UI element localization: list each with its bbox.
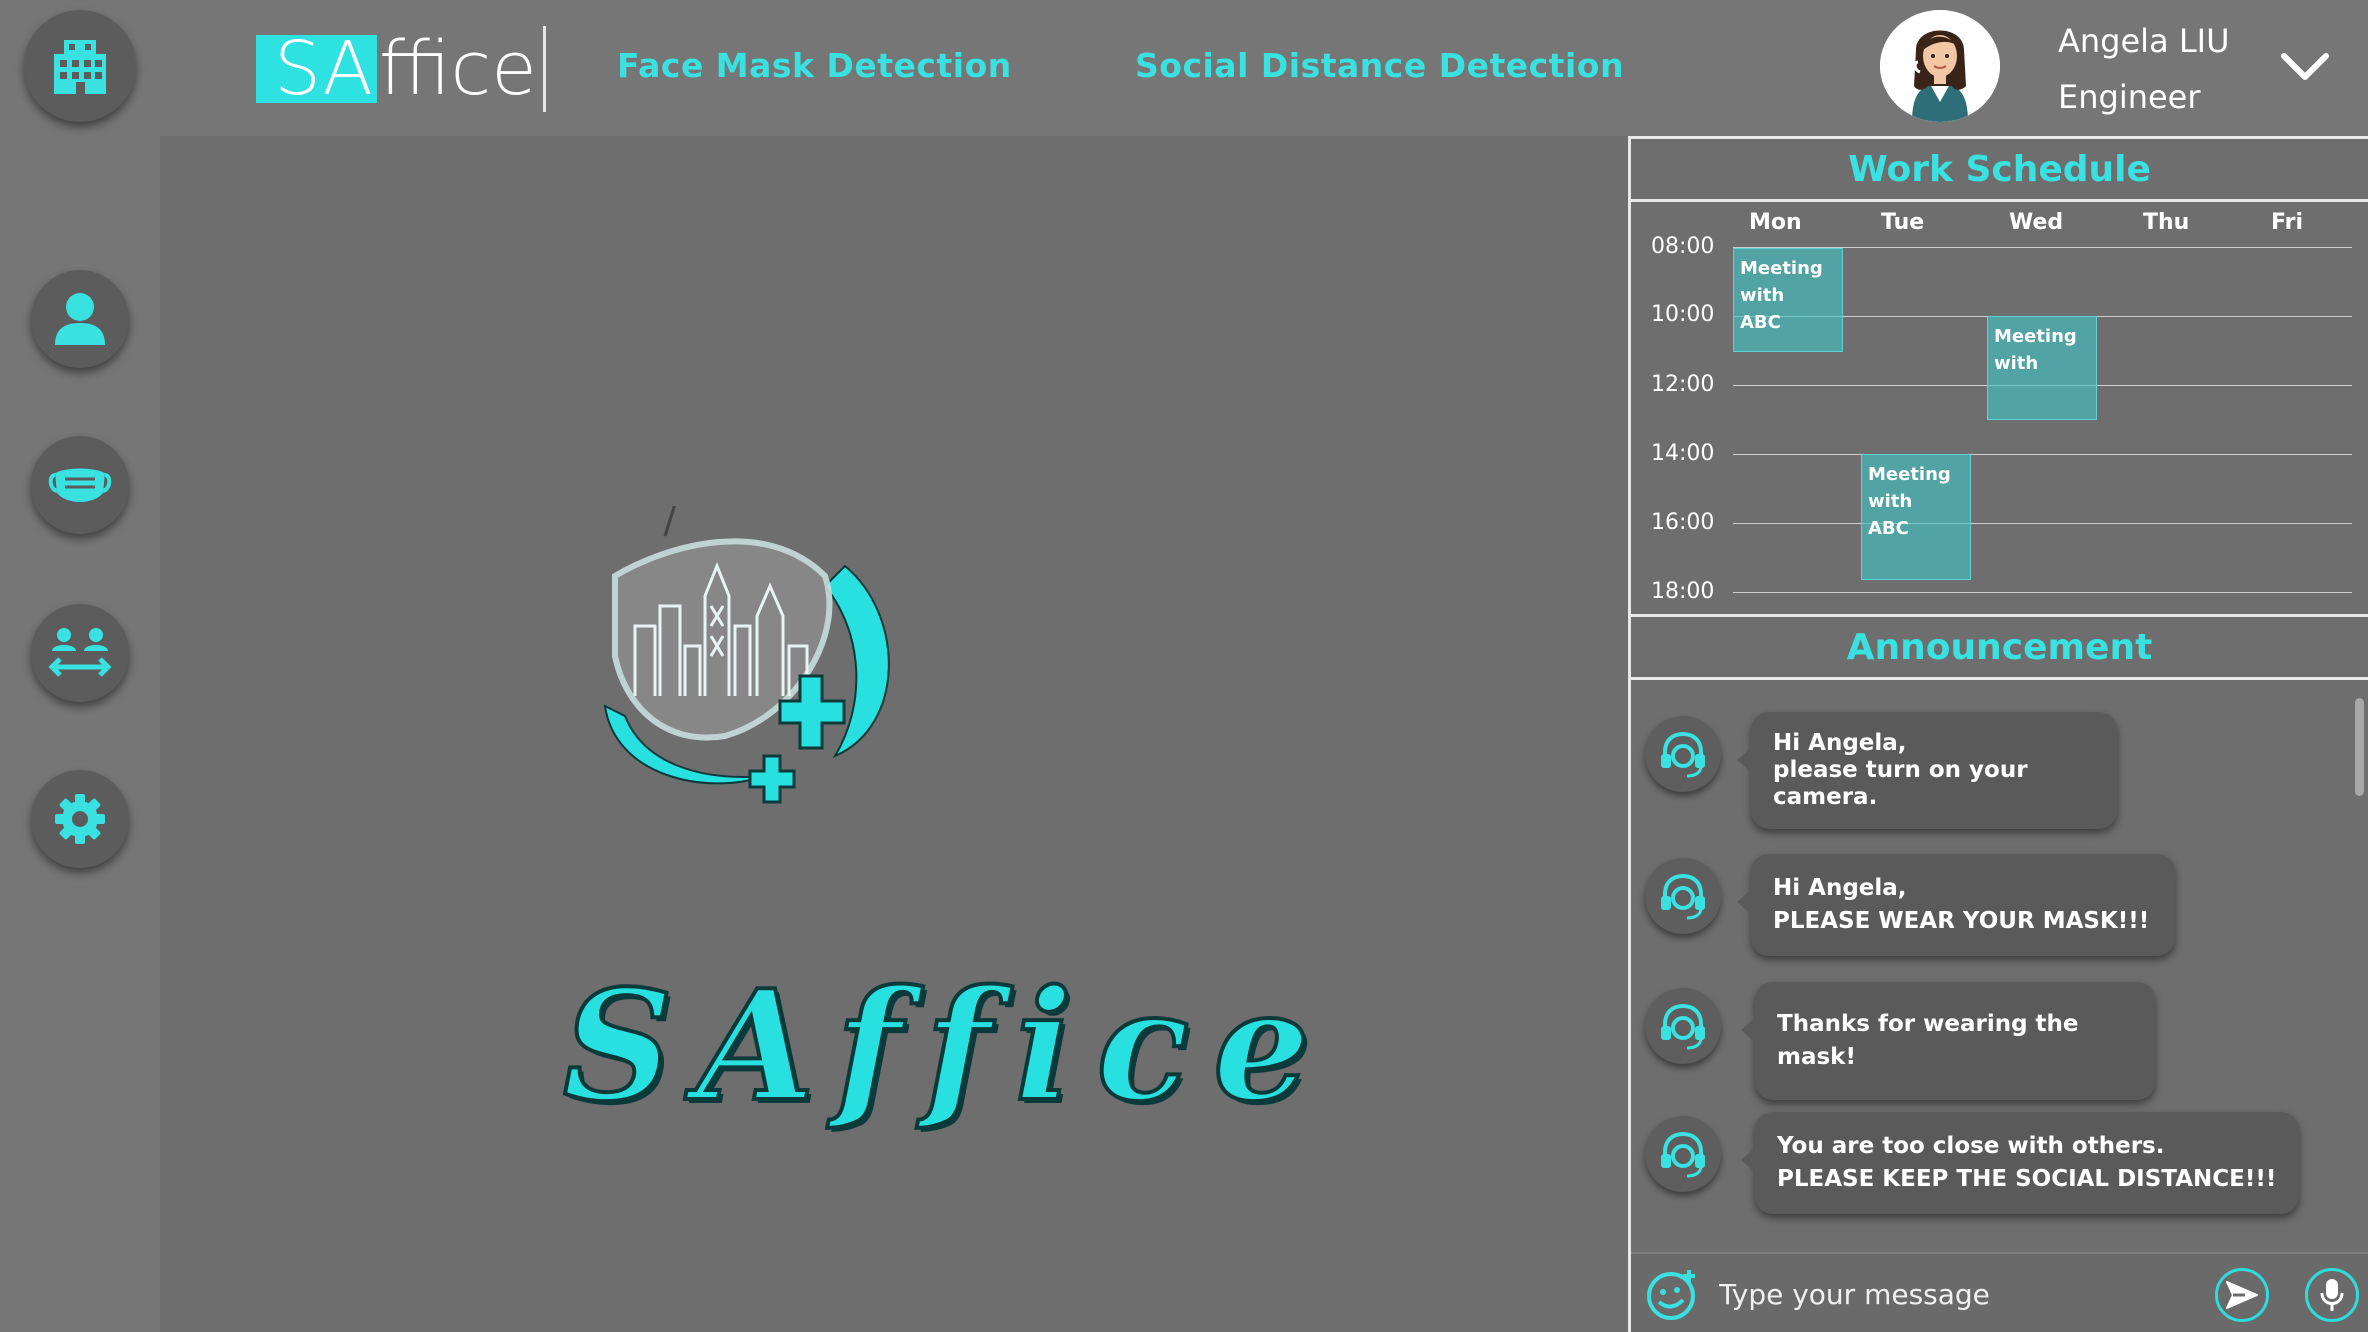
event-line: Meeting — [1740, 258, 1823, 279]
announcement-scrollbar[interactable] — [2355, 698, 2364, 796]
user-name: Angela LIU — [2058, 22, 2230, 60]
distance-icon — [48, 628, 112, 677]
work-schedule-title: Work Schedule — [1631, 136, 2368, 202]
send-button[interactable] — [2215, 1268, 2269, 1322]
event-line: ABC — [1740, 312, 1781, 333]
message-line: please turn on your camera. — [1773, 757, 2028, 810]
mask-detection-button[interactable] — [31, 436, 129, 534]
support-agent-icon — [1645, 858, 1721, 934]
top-bar: SA ffice Face Mask Detection Social Dist… — [160, 0, 2368, 136]
brand-wordmark: SAffice — [561, 954, 1334, 1137]
announcement-message: Thanks for wearing the mask! — [1741, 982, 2155, 1100]
event-line: with — [1740, 285, 1785, 306]
event-line: Meeting — [1868, 464, 1951, 485]
right-panel: Work Schedule Mon Tue Wed Thu Fri 08:00 … — [1628, 136, 2368, 1332]
sidebar — [0, 0, 160, 1332]
grid-line — [1733, 523, 2352, 524]
announcement-message: Hi Angela, PLEASE WEAR YOUR MASK!!! — [1737, 854, 2175, 956]
home-button[interactable] — [24, 10, 136, 122]
city-mask-logo-icon — [603, 503, 890, 804]
user-menu-button[interactable] — [2280, 52, 2330, 86]
message-line: PLEASE KEEP THE SOCIAL DISTANCE!!! — [1777, 1166, 2277, 1192]
day-header-mon: Mon — [1749, 210, 1802, 235]
grid-line — [1733, 454, 2352, 455]
message-line: Hi Angela, — [1773, 730, 1907, 756]
headset-icon — [1661, 1003, 1705, 1050]
time-label: 08:00 — [1651, 234, 1715, 259]
event-line: ABC — [1868, 518, 1909, 539]
chevron-down-icon — [2281, 53, 2329, 80]
user-role: Engineer — [2058, 78, 2201, 116]
headset-icon — [1661, 873, 1705, 920]
grid-line — [1733, 592, 2352, 593]
nav-face-mask-detection[interactable]: Face Mask Detection — [617, 46, 1012, 85]
main-content: SAffice — [160, 136, 1628, 1332]
time-label: 10:00 — [1651, 302, 1715, 327]
app-logo[interactable]: SA ffice — [256, 26, 546, 112]
message-line: Thanks for wearing the mask! — [1777, 1011, 2079, 1070]
schedule-event[interactable]: Meeting with ABC — [1861, 454, 1971, 580]
settings-button[interactable] — [31, 770, 129, 868]
support-agent-icon — [1645, 716, 1721, 792]
gear-icon — [55, 794, 105, 844]
day-header-wed: Wed — [2009, 210, 2064, 235]
time-label: 14:00 — [1651, 441, 1715, 466]
event-line: with — [1868, 491, 1913, 512]
support-agent-icon — [1645, 1116, 1721, 1192]
logo-prefix: SA — [256, 32, 377, 106]
message-composer — [1631, 1252, 2368, 1332]
time-label: 12:00 — [1651, 372, 1715, 397]
avatar-image — [1880, 10, 2000, 122]
emoji-icon — [1647, 1270, 1695, 1320]
message-line: Hi Angela, — [1773, 875, 1907, 901]
support-agent-icon — [1645, 988, 1721, 1064]
user-icon — [55, 293, 105, 345]
schedule-event[interactable]: Meeting with ABC — [1733, 248, 1843, 352]
send-icon — [2226, 1281, 2258, 1309]
event-line: Meeting — [1994, 326, 2077, 347]
microphone-icon — [2320, 1279, 2344, 1311]
nav-social-distance-detection[interactable]: Social Distance Detection — [1135, 46, 1624, 85]
day-header-tue: Tue — [1881, 210, 1925, 235]
message-line: You are too close with others. — [1777, 1133, 2165, 1159]
schedule-event[interactable]: Meeting with — [1987, 316, 2097, 420]
message-input[interactable] — [1719, 1270, 2199, 1318]
day-header-thu: Thu — [2143, 210, 2190, 235]
time-label: 16:00 — [1651, 510, 1715, 535]
distance-detection-button[interactable] — [31, 604, 129, 702]
time-label: 18:00 — [1651, 579, 1715, 604]
announcement-message: Hi Angela, please turn on your camera. — [1737, 712, 2117, 829]
announcement-message: You are too close with others. PLEASE KE… — [1741, 1112, 2299, 1214]
logo-suffix: ffice — [378, 26, 537, 112]
microphone-button[interactable] — [2305, 1268, 2359, 1322]
headset-icon — [1661, 731, 1705, 778]
announcement-title: Announcement — [1631, 614, 2368, 680]
brand-emblem — [545, 503, 935, 930]
profile-button[interactable] — [31, 270, 129, 368]
building-icon — [54, 40, 106, 94]
day-header-fri: Fri — [2271, 210, 2304, 235]
headset-icon — [1661, 1131, 1705, 1178]
message-line: PLEASE WEAR YOUR MASK!!! — [1773, 908, 2150, 934]
event-line: with — [1994, 353, 2039, 374]
emoji-button[interactable] — [1645, 1266, 1703, 1326]
avatar[interactable] — [1880, 10, 2000, 122]
mask-icon — [48, 468, 112, 502]
